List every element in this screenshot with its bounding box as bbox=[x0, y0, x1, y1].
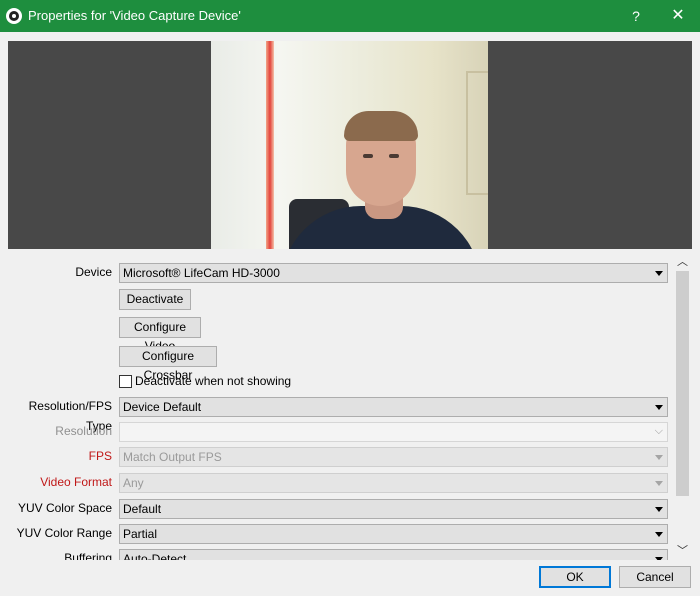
resolution-label: Resolution bbox=[55, 424, 112, 438]
yuv-color-space-label: YUV Color Space bbox=[17, 501, 112, 515]
fps-value: Match Output FPS bbox=[123, 450, 222, 464]
resolution-input[interactable]: ⌵ bbox=[119, 422, 668, 442]
properties-form: Device Microsoft® LifeCam HD-3000 Deacti… bbox=[8, 254, 674, 560]
buffering-value: Auto-Detect bbox=[123, 552, 187, 560]
scroll-up-icon[interactable]: ︿ bbox=[674, 254, 691, 271]
deactivate-button[interactable]: Deactivate bbox=[119, 289, 191, 310]
yuv-color-space-value: Default bbox=[123, 502, 162, 516]
dropdown-arrow-icon bbox=[655, 271, 663, 276]
ok-button[interactable]: OK bbox=[539, 566, 611, 588]
resolution-fps-type-select[interactable]: Device Default bbox=[119, 397, 668, 417]
cancel-button[interactable]: Cancel bbox=[619, 566, 691, 588]
scrollbar-thumb[interactable] bbox=[676, 271, 689, 496]
fps-label: FPS bbox=[88, 449, 112, 463]
video-preview bbox=[8, 41, 692, 249]
dropdown-arrow-icon bbox=[655, 532, 663, 537]
dropdown-arrow-icon bbox=[655, 507, 663, 512]
video-format-label: Video Format bbox=[40, 475, 112, 489]
dropdown-arrow-icon bbox=[655, 557, 663, 560]
yuv-color-range-label: YUV Color Range bbox=[16, 526, 112, 540]
deactivate-when-not-showing-label: Deactivate when not showing bbox=[135, 374, 292, 388]
deactivate-when-not-showing-checkbox[interactable] bbox=[119, 375, 132, 388]
fps-select[interactable]: Match Output FPS bbox=[119, 447, 668, 467]
configure-crossbar-button[interactable]: Configure Crossbar bbox=[119, 346, 217, 382]
dropdown-arrow-icon bbox=[655, 481, 663, 486]
resolution-fps-type-value: Device Default bbox=[123, 400, 202, 414]
yuv-color-range-value: Partial bbox=[123, 527, 158, 541]
close-button[interactable]: ✕ bbox=[664, 4, 692, 28]
video-format-value: Any bbox=[123, 476, 144, 490]
obs-app-icon bbox=[6, 8, 22, 24]
configure-video-button[interactable]: Configure Video bbox=[119, 317, 201, 353]
chevron-down-icon: ⌵ bbox=[654, 425, 663, 437]
dropdown-arrow-icon bbox=[655, 405, 663, 410]
yuv-color-range-select[interactable]: Partial bbox=[119, 524, 668, 544]
help-button[interactable]: ? bbox=[624, 5, 648, 27]
buffering-label: Buffering bbox=[64, 551, 112, 560]
yuv-color-space-select[interactable]: Default bbox=[119, 499, 668, 519]
device-label: Device bbox=[75, 265, 112, 279]
scroll-down-icon[interactable]: ﹀ bbox=[674, 543, 691, 560]
window-title: Properties for 'Video Capture Device' bbox=[28, 8, 241, 23]
title-bar: Properties for 'Video Capture Device' ? … bbox=[0, 0, 700, 32]
device-select[interactable]: Microsoft® LifeCam HD-3000 bbox=[119, 263, 668, 283]
dropdown-arrow-icon bbox=[655, 455, 663, 460]
device-value: Microsoft® LifeCam HD-3000 bbox=[123, 266, 280, 280]
video-format-select[interactable]: Any bbox=[119, 473, 668, 493]
vertical-scrollbar[interactable]: ︿ ﹀ bbox=[674, 254, 691, 560]
buffering-select[interactable]: Auto-Detect bbox=[119, 549, 668, 560]
camera-feed-image bbox=[211, 41, 488, 249]
